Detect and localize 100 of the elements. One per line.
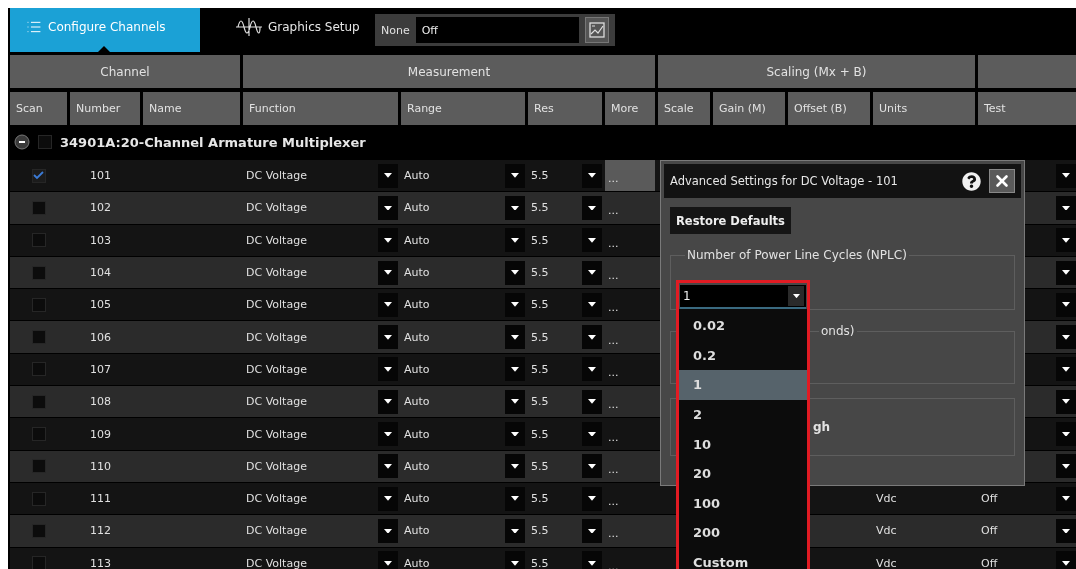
- dropdown-option[interactable]: Custom: [679, 547, 807, 569]
- more-button[interactable]: ...: [605, 386, 655, 418]
- channel-number: 103: [90, 233, 111, 247]
- more-button[interactable]: ...: [605, 515, 655, 547]
- dropdown-option[interactable]: 10: [679, 429, 807, 459]
- column-group-header: Measurement: [243, 55, 655, 88]
- dropdown-option[interactable]: 0.02: [679, 311, 807, 341]
- more-button[interactable]: ...: [605, 450, 655, 482]
- test-select[interactable]: Off: [978, 547, 1076, 569]
- resolution-select[interactable]: 5.5: [528, 547, 602, 569]
- units-cell: Vdc: [876, 524, 897, 538]
- channel-number: 106: [90, 330, 111, 344]
- range-select[interactable]: Auto: [401, 482, 525, 515]
- restore-defaults-button[interactable]: Restore Defaults: [670, 207, 791, 234]
- channel-number: 110: [90, 459, 111, 473]
- resolution-select[interactable]: 5.5: [528, 256, 602, 289]
- range-select[interactable]: Auto: [401, 160, 525, 192]
- column-header: Gain (M): [713, 92, 785, 125]
- range-select[interactable]: Auto: [401, 192, 525, 224]
- column-header: Range: [401, 92, 525, 125]
- range-select[interactable]: Auto: [401, 224, 525, 256]
- range-select[interactable]: Auto: [401, 386, 525, 418]
- channel-number: 102: [90, 201, 111, 215]
- resolution-select[interactable]: 5.5: [528, 482, 602, 515]
- resolution-select[interactable]: 5.5: [528, 386, 602, 418]
- channel-number: 109: [90, 427, 111, 441]
- channel-number: 111: [90, 492, 111, 506]
- function-select[interactable]: DC Voltage: [243, 482, 398, 515]
- group-legend: onds): [819, 324, 857, 338]
- column-group-header: Channel: [10, 55, 240, 88]
- channel-number: 113: [90, 556, 111, 569]
- dropdown-option[interactable]: 200: [679, 518, 807, 548]
- toolbar-label: None: [381, 23, 410, 37]
- function-select[interactable]: DC Voltage: [243, 353, 398, 386]
- more-button[interactable]: ...: [605, 353, 655, 386]
- range-select[interactable]: Auto: [401, 321, 525, 353]
- column-header: More: [605, 92, 655, 125]
- column-header: Units: [873, 92, 975, 125]
- channel-number: 108: [90, 395, 111, 409]
- column-header: Name: [143, 92, 240, 125]
- dropdown-option[interactable]: 0.2: [679, 340, 807, 371]
- column-header: Function: [243, 92, 398, 125]
- resolution-select[interactable]: 5.5: [528, 289, 602, 321]
- range-select[interactable]: Auto: [401, 353, 525, 386]
- more-button[interactable]: ...: [605, 160, 655, 192]
- range-select[interactable]: Auto: [401, 515, 525, 547]
- channel-number: 112: [90, 524, 111, 538]
- function-select[interactable]: DC Voltage: [243, 321, 398, 353]
- dropdown-option[interactable]: 20: [679, 458, 807, 489]
- function-select[interactable]: DC Voltage: [243, 224, 398, 256]
- function-select[interactable]: DC Voltage: [243, 160, 398, 192]
- more-button[interactable]: ...: [605, 482, 655, 515]
- dropdown-option[interactable]: 1: [679, 370, 807, 400]
- function-select[interactable]: DC Voltage: [243, 547, 398, 569]
- group-legend: Number of Power Line Cycles (NPLC): [685, 248, 909, 262]
- function-select[interactable]: DC Voltage: [243, 450, 398, 482]
- more-button[interactable]: ...: [605, 418, 655, 450]
- range-select[interactable]: Auto: [401, 418, 525, 450]
- resolution-select[interactable]: 5.5: [528, 515, 602, 547]
- resolution-select[interactable]: 5.5: [528, 192, 602, 224]
- channel-number: 101: [90, 169, 111, 183]
- test-select[interactable]: Off: [978, 482, 1076, 515]
- channel-number: 104: [90, 266, 111, 280]
- function-select[interactable]: DC Voltage: [243, 256, 398, 289]
- column-header: Scan: [10, 92, 67, 125]
- resolution-select[interactable]: 5.5: [528, 450, 602, 482]
- units-cell: Vdc: [876, 556, 897, 569]
- more-button[interactable]: ...: [605, 547, 655, 569]
- units-cell: Vdc: [876, 492, 897, 506]
- range-select[interactable]: Auto: [401, 450, 525, 482]
- function-select[interactable]: DC Voltage: [243, 386, 398, 418]
- toolbar-field[interactable]: Off: [415, 17, 579, 43]
- resolution-select[interactable]: 5.5: [528, 321, 602, 353]
- module-title: 34901A:20-Channel Armature Multiplexer: [60, 134, 366, 150]
- range-select[interactable]: Auto: [401, 256, 525, 289]
- more-button[interactable]: ...: [605, 224, 655, 256]
- resolution-select[interactable]: 5.5: [528, 353, 602, 386]
- more-button[interactable]: ...: [605, 321, 655, 353]
- test-select[interactable]: Off: [978, 515, 1076, 547]
- nplc-select[interactable]: 1: [680, 285, 806, 309]
- resolution-select[interactable]: 5.5: [528, 418, 602, 450]
- function-select[interactable]: DC Voltage: [243, 289, 398, 321]
- column-header: Test: [978, 92, 1076, 125]
- more-button[interactable]: ...: [605, 289, 655, 321]
- more-button[interactable]: ...: [605, 192, 655, 224]
- more-button[interactable]: ...: [605, 256, 655, 289]
- channel-number: 105: [90, 298, 111, 312]
- function-select[interactable]: DC Voltage: [243, 515, 398, 547]
- column-header: Res: [528, 92, 602, 125]
- range-select[interactable]: Auto: [401, 289, 525, 321]
- dropdown-option[interactable]: 2: [679, 399, 807, 430]
- group-value: gh: [813, 420, 831, 434]
- resolution-select[interactable]: 5.5: [528, 224, 602, 256]
- function-select[interactable]: DC Voltage: [243, 418, 398, 450]
- dropdown-option[interactable]: 100: [679, 488, 807, 519]
- function-select[interactable]: DC Voltage: [243, 192, 398, 224]
- range-select[interactable]: Auto: [401, 547, 525, 569]
- column-group-header: Scaling (Mx + B): [658, 55, 975, 88]
- resolution-select[interactable]: 5.5: [528, 160, 602, 192]
- column-header: Number: [70, 92, 140, 125]
